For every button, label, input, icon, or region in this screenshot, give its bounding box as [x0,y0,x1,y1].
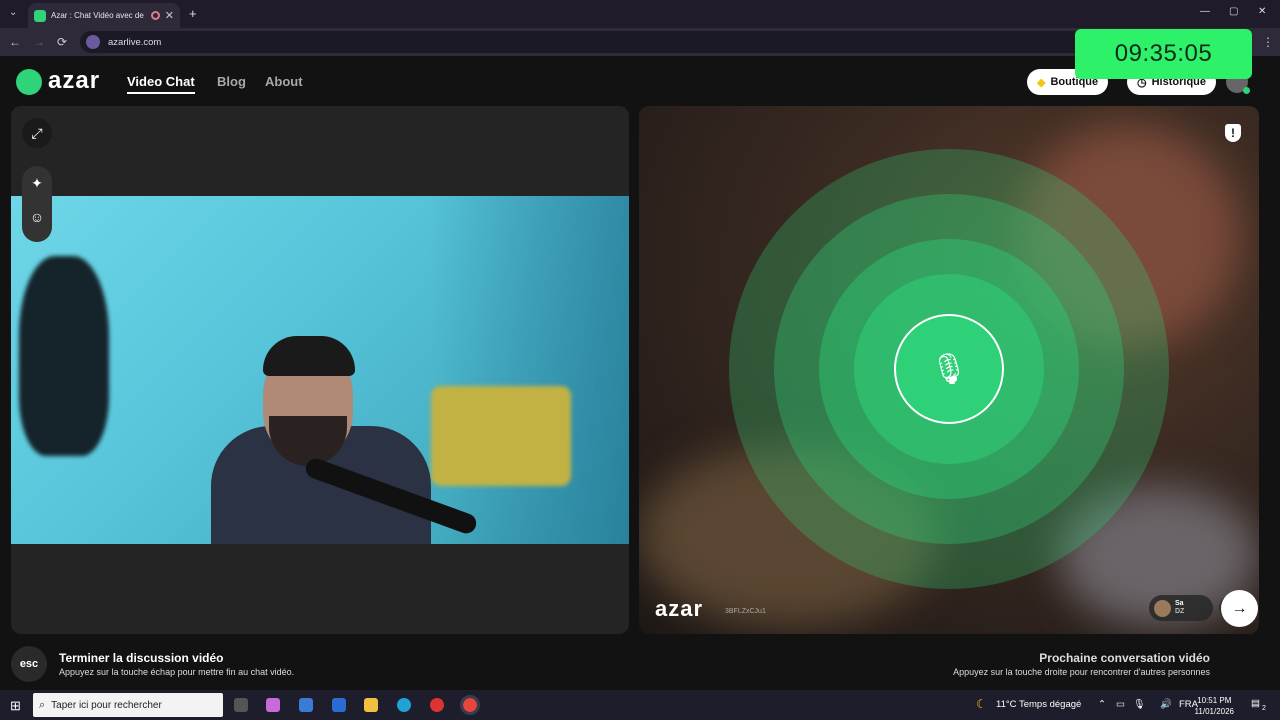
notifications-icon[interactable]: ▤ [1251,698,1260,709]
tray-mic-icon[interactable]: 🎙 [1133,699,1145,710]
peer-profile-chip[interactable]: Sa DZ [1149,595,1213,621]
microphone-icon: 🎙 [894,314,1004,424]
url-text: azarlive.com [108,36,162,48]
azar-favicon-icon [34,9,46,22]
speaker-icon[interactable]: 🔊 [1160,699,1172,710]
end-chat-subtitle: Appuyez sur la touche échap pour mettre … [59,667,295,677]
tray-overflow-icon[interactable]: ⌃ [1098,699,1106,710]
expand-icon[interactable]: ⤢ [22,118,52,148]
moon-weather-icon: ☾ [976,697,987,711]
end-chat-title: Terminer la discussion vidéo [59,651,224,665]
site-info-icon[interactable] [86,35,100,49]
nav-blog[interactable]: Blog [217,74,246,89]
taskbar-date: 11/01/2026 [1194,707,1234,716]
azar-watermark: azar [655,596,704,621]
new-tab-button[interactable]: + [189,6,197,21]
chrome-icon[interactable] [460,695,480,715]
search-icon: ⌕ [39,698,46,711]
minimize-button[interactable]: — [1200,6,1210,17]
nav-video-chat[interactable]: Video Chat [127,74,195,94]
hanging-coat [19,256,109,456]
tab-search-icon[interactable]: ⌄ [9,7,17,18]
obs-icon[interactable] [430,698,444,712]
clock-date[interactable]: 10:51 PM 11/01/2026 [1195,695,1234,717]
peer-country: DZ [1175,608,1185,615]
azar-site: azar Video Chat Blog About ◆ Boutique ◷ … [0,56,1280,690]
tab-title: Azar : Chat Vidéo avec de n [51,11,146,20]
browser-tabstrip: ⌄ Azar : Chat Vidéo avec de n ✕ + — ▢ ✕ [0,0,1280,28]
nav-about[interactable]: About [265,74,303,89]
background-sofa [431,386,571,486]
mail-icon[interactable] [332,698,346,712]
wall-shadow [429,196,629,544]
report-shield-icon[interactable]: ! [1225,124,1241,142]
maximize-button[interactable]: ▢ [1229,6,1238,17]
notification-count: 2 [1262,705,1266,712]
esc-end-button[interactable]: esc [11,646,47,682]
forward-button[interactable]: → [33,35,45,49]
taskbar-time: 10:51 PM [1197,696,1232,705]
watermark-id: 3BFLZxCJu1 [725,608,766,615]
overlay-clock: 09:35:05 [1075,29,1252,79]
back-button[interactable]: ← [9,35,21,49]
next-chat-subtitle: Appuyez sur la touche droite pour rencon… [953,667,1210,677]
address-bar[interactable]: azarlive.com [80,31,1140,53]
face-filter-icon[interactable]: ☺ [22,200,52,234]
peer-name: Sa [1175,600,1184,607]
recording-icon [150,11,160,20]
sparkle-effects-icon[interactable]: ✦ [22,166,52,200]
copilot-icon[interactable] [266,698,280,712]
file-explorer-icon[interactable] [364,698,378,712]
edge-icon[interactable] [397,698,411,712]
effects-toolbar: ✦ ☺ [22,166,52,242]
person-hair [263,336,355,376]
taskbar-search[interactable]: ⌕ Taper ici pour rechercher [33,693,223,717]
network-icon[interactable]: ▭ [1116,699,1125,710]
azar-logo[interactable]: azar [48,67,100,95]
store-icon[interactable] [299,698,313,712]
peer-avatar [1154,599,1171,617]
next-chat-button[interactable]: → [1221,590,1258,627]
azar-logo-icon[interactable] [16,69,42,95]
partner-video-panel: 🎙 ! azar 3BFLZxCJu1 Sa DZ 💬 [639,106,1259,634]
reload-button[interactable]: ⟳ [57,35,67,49]
next-chat-title: Prochaine conversation vidéo [1039,651,1210,665]
task-view-icon[interactable] [234,698,248,712]
search-placeholder: Taper ici pour rechercher [51,699,162,711]
windows-taskbar: ⊞ ⌕ Taper ici pour rechercher ☾ 11°C Tem… [0,690,1280,720]
browser-tab-azar[interactable]: Azar : Chat Vidéo avec de n ✕ [28,3,180,28]
self-video-panel: ⤢ ✦ ☺ [11,106,629,634]
close-tab-icon[interactable]: ✕ [165,9,174,22]
close-window-button[interactable]: ✕ [1258,6,1266,17]
diamond-icon: ◆ [1037,76,1046,89]
windows-start-icon[interactable]: ⊞ [10,698,21,714]
self-webcam-feed [11,196,629,544]
browser-menu-icon[interactable]: ⋮ [1262,35,1274,49]
weather-text[interactable]: 11°C Temps dégagé [996,699,1081,710]
